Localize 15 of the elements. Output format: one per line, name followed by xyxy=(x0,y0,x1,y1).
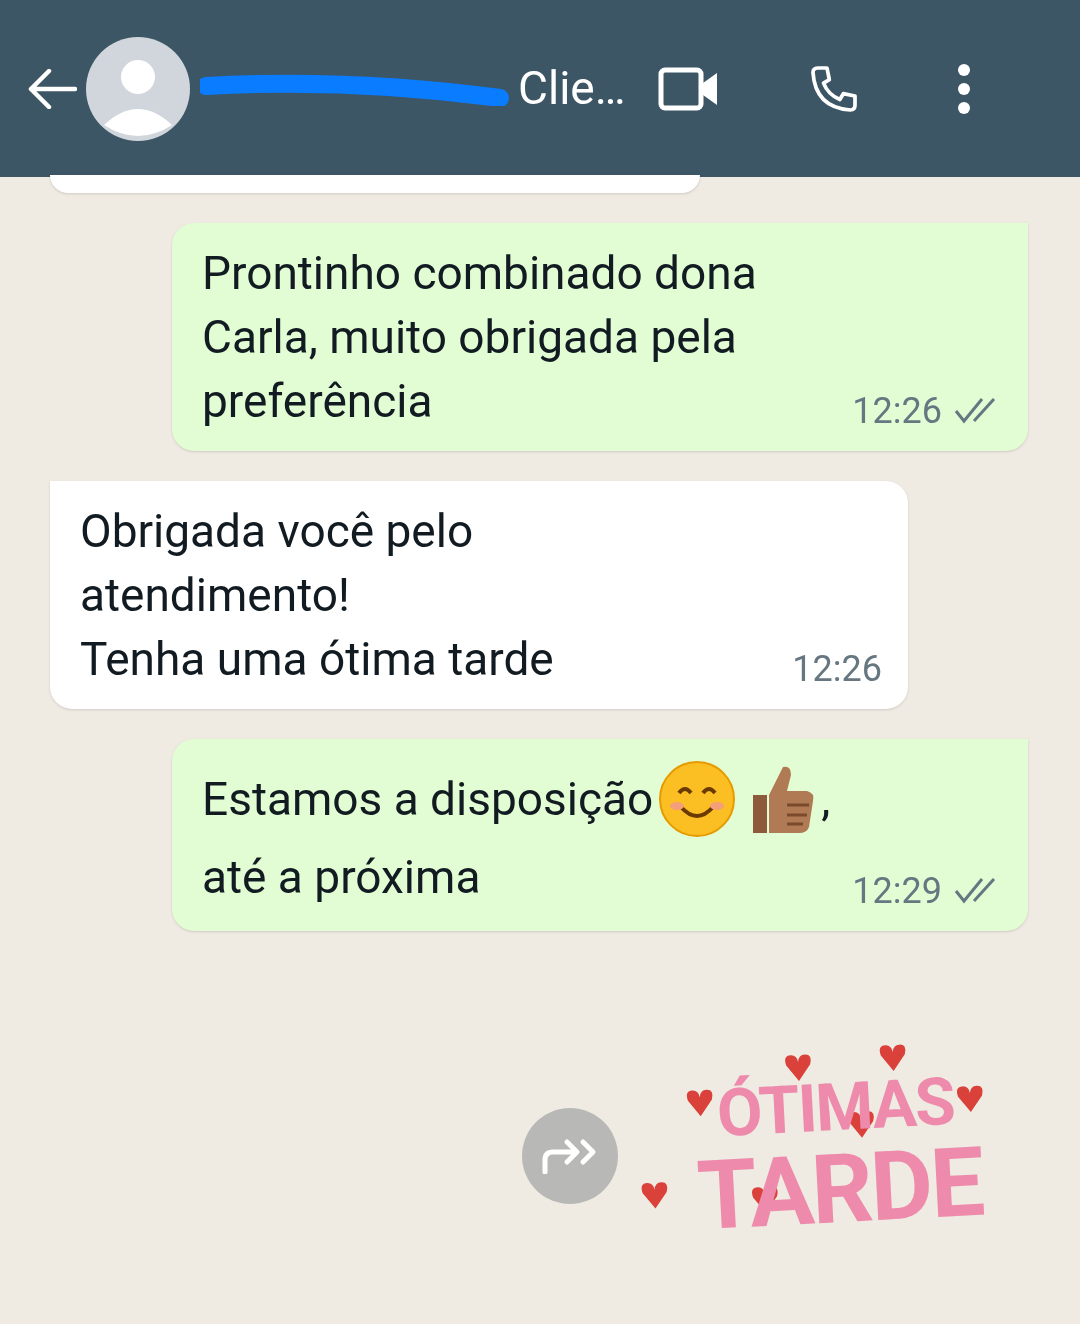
more-options-icon[interactable] xyxy=(956,62,972,115)
sticker-text: ÓTIMAS xyxy=(715,1068,956,1148)
message-text: até a próxima xyxy=(202,849,481,906)
message-time: 12:26 xyxy=(852,389,942,433)
contact-name[interactable]: Clie… xyxy=(518,54,626,123)
avatar[interactable] xyxy=(86,36,190,141)
message-text: Prontinho combinado dona Carla, muito obrigada pela preferência xyxy=(202,245,757,430)
smiley-emoji-icon xyxy=(657,759,738,839)
message-text: Obrigada você pelo atendimento! Tenha uma ótima tarde xyxy=(80,503,554,688)
message-time: 12:29 xyxy=(852,869,942,913)
video-camera-icon[interactable] xyxy=(658,66,720,111)
message-text: Estamos a disposição xyxy=(202,771,654,828)
message-time: 12:26 xyxy=(792,647,882,691)
message-text: , xyxy=(821,771,831,828)
back-arrow-icon xyxy=(27,68,77,109)
